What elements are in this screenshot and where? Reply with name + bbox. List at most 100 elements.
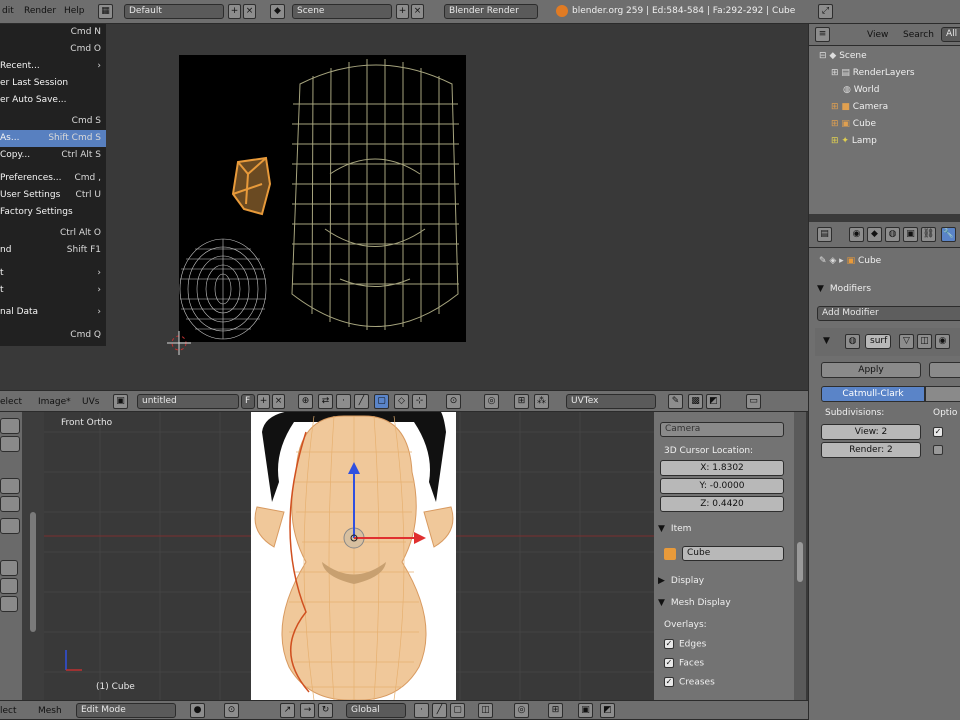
outliner-editor-icon[interactable]: ≡ xyxy=(815,27,830,42)
translate-icon[interactable]: → xyxy=(300,703,315,718)
item-name-field[interactable]: Cube xyxy=(682,546,784,561)
menu-item-save-user-settings[interactable]: User Settings Ctrl U xyxy=(0,187,106,204)
menu-item-export[interactable]: t › xyxy=(0,282,106,299)
scene-field[interactable]: Scene xyxy=(292,4,392,19)
proportional-edit-icon[interactable]: ◎ xyxy=(514,703,529,718)
menu-item-new[interactable]: Cmd N xyxy=(0,24,106,41)
outliner-renderlayers[interactable]: ⊞ ▤ RenderLayers xyxy=(831,65,915,82)
tool-button-8[interactable] xyxy=(0,596,18,612)
add-scene-icon[interactable]: + xyxy=(396,4,409,19)
fullscreen-icon[interactable]: ⤢ xyxy=(818,4,833,19)
constraint-tab-icon[interactable]: ⛓ xyxy=(921,227,936,242)
tool-shelf-scrollbar[interactable] xyxy=(22,412,44,700)
edges-checkbox[interactable]: ✓ Edges xyxy=(664,639,706,650)
image-channels-icon[interactable]: ▩ xyxy=(688,394,703,409)
uv-menu-image[interactable]: Image* xyxy=(38,397,71,407)
uv-menu-uvs[interactable]: UVs xyxy=(82,397,99,407)
outliner-camera[interactable]: ⊞ ■ Camera xyxy=(831,99,888,116)
render-engine-select[interactable]: Blender Render xyxy=(444,4,538,19)
view3d-menu-select[interactable]: lect xyxy=(0,706,17,716)
faces-checkbox[interactable]: ✓ Faces xyxy=(664,658,704,669)
pivot-point-icon[interactable]: ⊙ xyxy=(224,703,239,718)
uvtex-field[interactable]: UVTex xyxy=(566,394,656,409)
menu-item-link[interactable]: Ctrl Alt O xyxy=(0,225,106,242)
image-browse-icon[interactable]: ▣ xyxy=(113,394,128,409)
subdivide-uvs-checkbox[interactable]: ✓ xyxy=(933,427,943,437)
uv-menu-select[interactable]: elect xyxy=(0,397,22,407)
view-levels-field[interactable]: View: 2 xyxy=(821,424,921,440)
uv-canvas[interactable] xyxy=(0,24,808,390)
new-image-icon[interactable]: + xyxy=(257,394,270,409)
cursor-z-field[interactable]: Z: 0.4420 xyxy=(660,496,784,512)
face-select-icon[interactable]: ▢ xyxy=(374,394,389,409)
vertex-mode-icon[interactable]: · xyxy=(414,703,429,718)
rotate-icon[interactable]: ↻ xyxy=(318,703,333,718)
menu-item-recover-auto[interactable]: er Auto Save... xyxy=(0,92,106,109)
edge-select-icon[interactable]: ╱ xyxy=(354,394,369,409)
creases-checkbox[interactable]: ✓ Creases xyxy=(664,677,715,688)
n-panel-scrollbar[interactable] xyxy=(794,412,806,700)
menu-item-recover-last[interactable]: er Last Session xyxy=(0,75,106,92)
face-mode-icon[interactable]: ▢ xyxy=(450,703,465,718)
menu-edit[interactable]: dit xyxy=(2,6,14,16)
mode-select[interactable]: Edit Mode xyxy=(76,703,176,718)
cursor-x-field[interactable]: X: 1.8302 xyxy=(660,460,784,476)
outliner-scene[interactable]: ⊟ ◆ Scene xyxy=(819,48,867,65)
tool-button-4[interactable] xyxy=(0,496,20,512)
outliner-lamp[interactable]: ⊞ ✦ Lamp xyxy=(831,133,877,150)
menu-item-open-recent[interactable]: Recent... › xyxy=(0,58,106,75)
menu-item-save-as[interactable]: As... Shift Cmd S xyxy=(0,130,106,147)
lock-camera-field[interactable]: Camera xyxy=(660,422,784,437)
sync-select-icon[interactable]: ⇄ xyxy=(318,394,333,409)
item-panel-header[interactable]: ▼ Item xyxy=(658,524,691,534)
show-editmode-icon[interactable]: ◫ xyxy=(917,334,932,349)
outliner-display-select[interactable]: All xyxy=(941,27,960,42)
image-name-field[interactable]: untitled xyxy=(137,394,239,409)
properties-editor-icon[interactable]: ▤ xyxy=(817,227,832,242)
pivot-icon[interactable]: ⊙ xyxy=(446,394,461,409)
menu-item-quit[interactable]: Cmd Q xyxy=(0,327,106,344)
tool-button-5[interactable] xyxy=(0,518,20,534)
image-fake-user-button[interactable]: F xyxy=(241,394,255,409)
snap-toggle-icon[interactable]: ⊞ xyxy=(548,703,563,718)
screen-layout-icon[interactable]: ▦ xyxy=(98,4,113,19)
tool-button-1[interactable] xyxy=(0,418,20,434)
occlude-geometry-icon[interactable]: ◫ xyxy=(478,703,493,718)
transform-orientation-select[interactable]: Global xyxy=(346,703,406,718)
render-tab-icon[interactable]: ◉ xyxy=(849,227,864,242)
paint-mode-icon[interactable]: ✎ xyxy=(668,394,683,409)
menu-render[interactable]: Render xyxy=(24,6,56,16)
snap-icon[interactable]: ⊞ xyxy=(514,394,529,409)
object-tab-icon[interactable]: ▣ xyxy=(903,227,918,242)
outliner-divider[interactable] xyxy=(809,214,960,222)
display-panel-header[interactable]: ▶ Display xyxy=(658,576,704,586)
viewport-shading-icon[interactable]: ● xyxy=(190,703,205,718)
world-tab-icon[interactable]: ◍ xyxy=(885,227,900,242)
screen-layout-field[interactable]: Default xyxy=(124,4,224,19)
menu-item-open[interactable]: Cmd O xyxy=(0,41,106,58)
render-preview-icon[interactable]: ▣ xyxy=(578,703,593,718)
menu-item-append[interactable]: nd Shift F1 xyxy=(0,242,106,259)
sticky-select-icon[interactable]: ⊹ xyxy=(412,394,427,409)
render-slot-icon[interactable]: ▭ xyxy=(746,394,761,409)
show-render-icon[interactable]: ◉ xyxy=(935,334,950,349)
show-cage-icon[interactable]: ▽ xyxy=(899,334,914,349)
add-screen-icon[interactable]: + xyxy=(228,4,241,19)
catmull-clark-toggle[interactable]: Catmull-Clark xyxy=(821,386,925,402)
add-modifier-button[interactable]: Add Modifier xyxy=(817,306,960,321)
mesh-display-panel-header[interactable]: ▼ Mesh Display xyxy=(658,598,731,608)
scene-tab-icon[interactable]: ◆ xyxy=(867,227,882,242)
viewport-canvas[interactable] xyxy=(44,412,654,700)
opengl-render-icon[interactable]: ◩ xyxy=(600,703,615,718)
apply-button[interactable]: Apply xyxy=(821,362,921,378)
simple-toggle[interactable] xyxy=(925,386,960,402)
menu-item-external-data[interactable]: nal Data › xyxy=(0,304,106,321)
outliner-world[interactable]: ◍ World xyxy=(843,82,880,99)
modifier-name-field[interactable]: surf xyxy=(865,334,891,349)
display-alpha-icon[interactable]: ◩ xyxy=(706,394,721,409)
tool-button-2[interactable] xyxy=(0,436,20,452)
view3d-menu-mesh[interactable]: Mesh xyxy=(38,706,62,716)
modifiers-panel-header[interactable]: ▼ Modifiers xyxy=(817,284,871,294)
pin-icon[interactable]: ⊕ xyxy=(298,394,313,409)
menu-item-save[interactable]: Cmd S xyxy=(0,113,106,130)
